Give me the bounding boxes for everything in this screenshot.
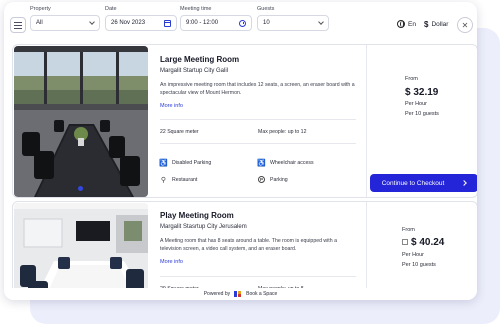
checkout-button[interactable]: Continue to Checkout: [370, 174, 477, 192]
currency-label: Dollar: [431, 21, 449, 28]
price-per-guests: Per 10 guests: [402, 262, 436, 268]
price-tag-icon: [402, 239, 408, 246]
price-per-hour: Per Hour: [405, 101, 428, 107]
menu-button[interactable]: [10, 17, 26, 33]
divider: [160, 276, 356, 277]
calendar-icon[interactable]: [164, 19, 171, 27]
date-value: 26 Nov 2023: [111, 20, 146, 26]
filter-bar: Property All Date 26 Nov 2023 Meeting ti…: [4, 2, 477, 40]
amenity-label: Wheelchair access: [270, 159, 314, 166]
parking-icon: P: [258, 176, 265, 183]
property-select[interactable]: All: [30, 15, 100, 31]
price-from-label: From: [402, 227, 415, 233]
room-description: An impressive meeting room that includes…: [160, 82, 355, 96]
property-label: Property: [30, 6, 51, 12]
clock-icon[interactable]: [239, 19, 246, 27]
room-location: Margalit Stasrtup City Jerusalem: [160, 224, 247, 230]
room-title[interactable]: Play Meeting Room: [160, 211, 234, 220]
room-description: A Meeting room that has 8 seats around a…: [160, 238, 337, 252]
price-per-hour: Per Hour: [402, 252, 425, 258]
amenity-disabled-parking: ♿ Disabled Parking: [159, 159, 212, 167]
more-info-link[interactable]: More info: [160, 259, 183, 265]
wheelchair-icon: ♿: [257, 159, 266, 167]
brand-name[interactable]: Book a Space: [246, 291, 277, 297]
carousel-dot[interactable]: [78, 186, 83, 191]
close-icon: ✕: [461, 20, 469, 30]
price-amount: $ 32.19: [405, 87, 439, 98]
price-amount: $ 40.24: [402, 237, 444, 248]
price-panel: From $ 32.19 Per Hour Per 10 guests Cont…: [366, 45, 477, 197]
guests-filter: Guests 10: [257, 6, 329, 31]
restaurant-icon: ⚲: [160, 176, 167, 184]
divider: [160, 143, 356, 144]
price-panel: From $ 40.24 Per Hour Per 10 guests: [366, 202, 477, 300]
chevron-down-icon: [318, 19, 324, 25]
checkout-label: Continue to Checkout: [381, 179, 445, 187]
property-value: All: [36, 20, 43, 26]
date-input[interactable]: 26 Nov 2023: [105, 15, 177, 31]
amenity-restaurant: ⚲ Restaurant: [160, 176, 198, 184]
room-card: Large Meeting Room Margalit Startup City…: [12, 44, 477, 198]
globe-icon: [397, 20, 405, 28]
price-per-guests: Per 10 guests: [405, 111, 439, 117]
language-label: En: [408, 20, 416, 28]
powered-by-footer: Powered by Book a Space: [4, 288, 477, 300]
date-filter: Date 26 Nov 2023: [105, 6, 177, 31]
book-a-space-logo-icon: [234, 291, 242, 297]
close-button[interactable]: ✕: [457, 17, 473, 33]
room-title[interactable]: Large Meeting Room: [160, 55, 239, 64]
divider: [160, 119, 356, 120]
time-value: 9:00 - 12:00: [186, 20, 219, 26]
dollar-icon: $: [424, 20, 429, 29]
time-label: Meeting time: [180, 6, 212, 12]
room-photo[interactable]: [14, 203, 148, 300]
room-capacity: Max people: up to 12: [258, 129, 307, 135]
chevron-right-icon: [461, 180, 468, 186]
currency-selector[interactable]: $ Dollar: [424, 20, 448, 29]
guests-label: Guests: [257, 6, 275, 12]
room-photo[interactable]: [14, 46, 148, 197]
chevron-down-icon: [89, 19, 95, 25]
booking-widget: Property All Date 26 Nov 2023 Meeting ti…: [4, 2, 477, 300]
price-value: $ 40.24: [411, 237, 445, 248]
room-size: 22 Square meter: [160, 129, 199, 135]
amenity-label: Disabled Parking: [172, 159, 212, 166]
language-selector[interactable]: En: [397, 20, 416, 28]
disabled-parking-icon: ♿: [159, 159, 168, 167]
property-filter: Property All: [30, 6, 100, 31]
amenity-label: Parking: [270, 176, 288, 183]
amenity-parking: P Parking: [258, 176, 288, 183]
time-input[interactable]: 9:00 - 12:00: [180, 15, 252, 31]
amenity-label: Restaurant: [172, 176, 198, 183]
price-from-label: From: [405, 76, 418, 82]
more-info-link[interactable]: More info: [160, 103, 183, 109]
guests-select[interactable]: 10: [257, 15, 329, 31]
powered-by-label: Powered by: [203, 291, 231, 297]
guests-value: 10: [263, 20, 270, 26]
amenity-wheelchair-access: ♿ Wheelchair access: [257, 159, 314, 167]
room-card: Play Meeting Room Margalit Stasrtup City…: [12, 201, 477, 300]
time-filter: Meeting time 9:00 - 12:00: [180, 6, 252, 31]
room-location: Margalit Startup City Galil: [160, 68, 229, 74]
date-label: Date: [105, 6, 117, 12]
